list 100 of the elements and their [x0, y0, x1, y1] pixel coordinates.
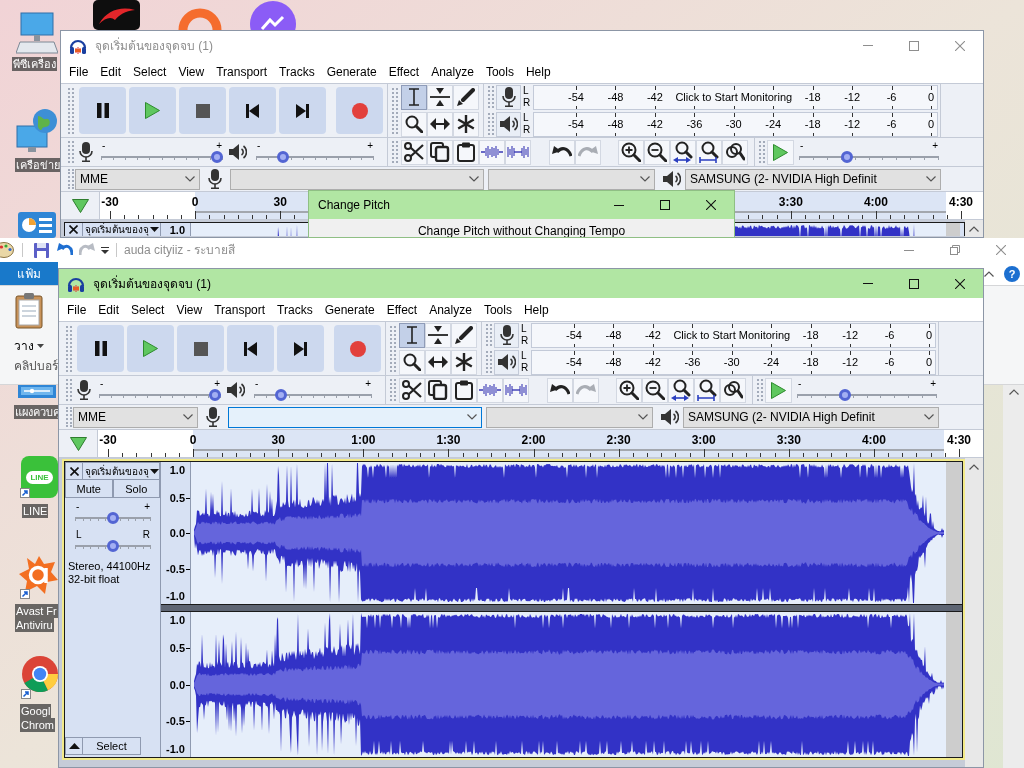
playback-volume-slider[interactable] — [256, 151, 374, 163]
grip-handle[interactable] — [68, 87, 74, 134]
draw-tool-button[interactable] — [453, 84, 479, 110]
palette-icon[interactable] — [0, 242, 14, 258]
slider-thumb[interactable] — [211, 151, 223, 163]
menu-item[interactable]: Generate — [318, 301, 381, 318]
grip-handle[interactable] — [486, 351, 492, 373]
record-button[interactable] — [334, 325, 381, 372]
zoom-in-button[interactable] — [618, 139, 644, 165]
play-at-speed-button[interactable] — [767, 139, 794, 165]
record-button[interactable] — [336, 87, 383, 134]
dashboard-icon[interactable] — [18, 212, 56, 238]
audio-host-dropdown[interactable]: MME — [73, 406, 198, 428]
grip-handle[interactable] — [488, 113, 494, 135]
dropdown-icon[interactable] — [101, 246, 109, 254]
control-panel-icon[interactable] — [18, 385, 56, 398]
play-at-speed-button[interactable] — [765, 377, 792, 403]
menu-item[interactable]: Generate — [320, 63, 383, 80]
time-shift-tool-button[interactable] — [425, 349, 451, 375]
record-meter-button[interactable] — [496, 84, 521, 110]
play-meter-button[interactable] — [496, 111, 521, 137]
grip-handle[interactable] — [68, 141, 74, 163]
copy-button[interactable] — [427, 139, 453, 165]
copy-button[interactable] — [425, 377, 451, 403]
menu-item[interactable]: View — [172, 63, 211, 80]
menu-item[interactable]: Help — [517, 301, 555, 318]
pause-button[interactable] — [77, 325, 124, 372]
envelope-tool-button[interactable] — [425, 322, 451, 348]
chat-bubble-icon[interactable] — [250, 0, 296, 30]
cut-button[interactable] — [401, 139, 427, 165]
antivirus-icon[interactable] — [19, 554, 58, 596]
triangle-marker-icon[interactable] — [71, 198, 89, 213]
menu-item[interactable]: Transport — [208, 301, 272, 318]
trim-audio-button[interactable] — [477, 377, 503, 403]
scrollbar-track[interactable] — [1003, 385, 1024, 768]
menu-item[interactable]: Transport — [210, 63, 274, 80]
playback-device-dropdown[interactable]: SAMSUNG (2- NVIDIA High Definit — [685, 168, 941, 190]
select-track-button[interactable]: Select — [83, 737, 141, 755]
track-name-menu[interactable]: จุดเริ่มต้นของจุ — [83, 223, 160, 236]
waveform-drawing[interactable] — [191, 462, 946, 604]
grip-handle[interactable] — [66, 325, 72, 372]
record-meter-button[interactable] — [494, 322, 519, 348]
menu-item[interactable]: Select — [125, 301, 171, 318]
computer-icon[interactable] — [16, 12, 58, 54]
menu-item[interactable]: Analyze — [425, 63, 480, 80]
playback-speed-slider[interactable] — [797, 389, 937, 401]
playback-speed-slider[interactable] — [799, 151, 939, 163]
undo-button[interactable] — [549, 139, 575, 165]
zoom-out-button[interactable] — [644, 139, 670, 165]
menu-item[interactable]: Tools — [477, 301, 518, 318]
menu-item[interactable]: Tools — [479, 63, 520, 80]
zoom-toggle-button[interactable] — [722, 139, 748, 165]
paste-button[interactable]: วาง — [14, 292, 44, 353]
browser-icon[interactable] — [22, 656, 58, 692]
fit-selection-button[interactable] — [670, 139, 696, 165]
triangle-marker-icon[interactable] — [69, 436, 87, 451]
trim-audio-button[interactable] — [479, 139, 505, 165]
envelope-tool-button[interactable] — [427, 84, 453, 110]
grip-handle[interactable] — [66, 379, 72, 401]
grip-handle[interactable] — [392, 87, 398, 134]
menu-item[interactable]: Select — [127, 63, 173, 80]
chevron-up-icon[interactable] — [1008, 389, 1019, 395]
paste-button[interactable] — [451, 377, 477, 403]
slider-thumb[interactable] — [209, 389, 221, 401]
menu-item[interactable]: Edit — [94, 63, 128, 80]
grip-handle[interactable] — [757, 379, 763, 401]
slider-thumb[interactable] — [277, 151, 290, 163]
skip-to-start-button[interactable] — [227, 325, 274, 372]
zoom-tool-button[interactable] — [399, 349, 425, 375]
zoom-toggle-button[interactable] — [720, 377, 746, 403]
play-meter-button[interactable] — [494, 349, 519, 375]
pan-slider[interactable] — [75, 540, 151, 552]
menu-item[interactable]: Effect — [382, 63, 426, 80]
grip-handle[interactable] — [759, 141, 765, 163]
level-meter[interactable]: -54 -48 -42 Click to Start Monitoring -18 -12 -6 0 — [531, 322, 936, 348]
fit-project-button[interactable] — [696, 139, 722, 165]
timeline-ruler[interactable]: -30 0 30 1:00 1:30 2:00 2:30 3:00 3:30 4:00 4:30 — [98, 430, 983, 457]
multi-tool-button[interactable] — [453, 111, 479, 137]
skip-to-start-button[interactable] — [229, 87, 276, 134]
silence-audio-button[interactable] — [505, 139, 531, 165]
grip-handle[interactable] — [486, 324, 492, 346]
undo-button[interactable] — [547, 377, 573, 403]
zoom-tool-button[interactable] — [401, 111, 427, 137]
chevron-up-icon[interactable] — [969, 464, 979, 470]
level-meter[interactable]: -54 -48 -42 -36 -30 -24 -18 -12 -6 0 — [533, 111, 938, 137]
slider-thumb[interactable] — [107, 540, 119, 552]
collapse-track-button[interactable] — [65, 737, 83, 755]
selection-tool-button[interactable] — [401, 84, 427, 110]
track-name-menu[interactable]: จุดเริ่มต้นของจุ — [83, 462, 160, 480]
menu-item[interactable]: Help — [519, 63, 557, 80]
cut-button[interactable] — [399, 377, 425, 403]
grip-handle[interactable] — [392, 141, 398, 163]
playback-volume-slider[interactable] — [254, 389, 372, 401]
mute-button[interactable]: Mute — [65, 480, 113, 498]
menu-item[interactable]: Tracks — [273, 63, 321, 80]
chevron-up-icon[interactable] — [969, 226, 979, 232]
waveform-drawing[interactable] — [191, 612, 946, 757]
zoom-in-button[interactable] — [616, 377, 642, 403]
recording-volume-slider[interactable] — [99, 389, 221, 401]
slider-thumb[interactable] — [839, 389, 852, 401]
